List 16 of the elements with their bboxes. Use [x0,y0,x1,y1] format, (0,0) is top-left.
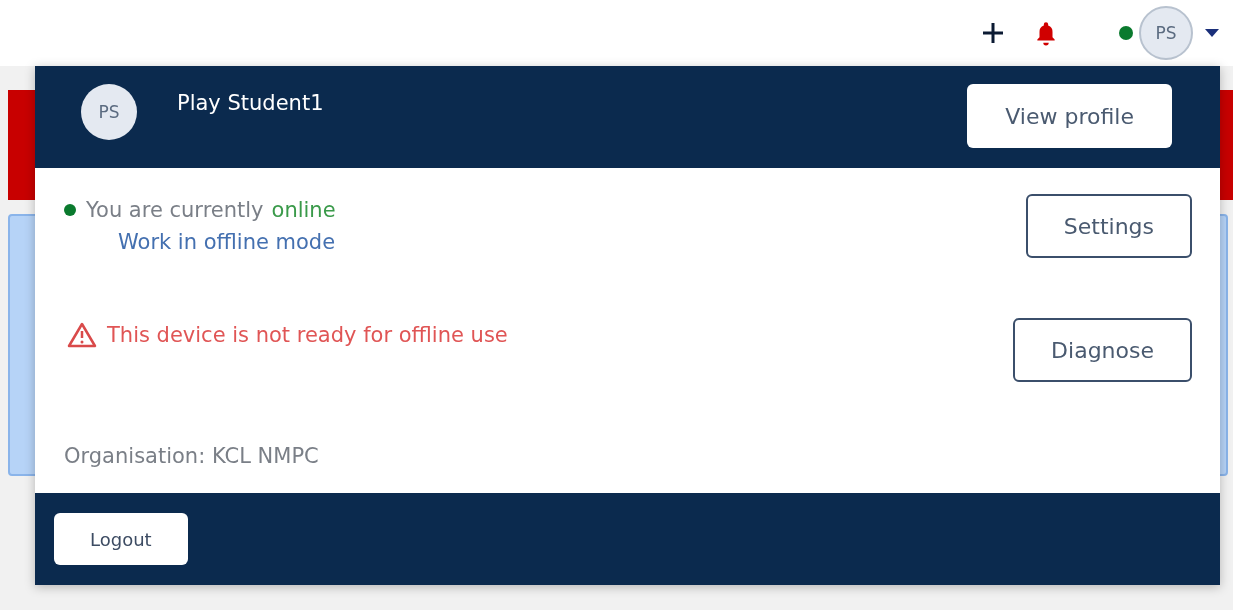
add-button[interactable] [981,21,1005,45]
plus-icon [981,21,1005,45]
warning-message: This device is not ready for offline use [107,323,508,347]
settings-button[interactable]: Settings [1025,194,1192,258]
status-label: You are currently [86,198,264,222]
organisation-label: Organisation: KCL NMPC [64,444,320,468]
diagnose-button[interactable]: Diagnose [1013,318,1192,382]
user-name: Play Student1 [177,91,325,115]
status-value: online [271,198,336,222]
caret-icon[interactable] [1205,29,1219,37]
user-avatar[interactable]: PS [81,84,137,140]
view-profile-button[interactable]: View profile [967,84,1172,148]
offline-mode-link[interactable]: Work in offline mode [118,230,336,254]
warning-icon [67,322,97,348]
user-avatar[interactable]: PS [1139,6,1193,60]
logout-button[interactable]: Logout [54,513,188,565]
